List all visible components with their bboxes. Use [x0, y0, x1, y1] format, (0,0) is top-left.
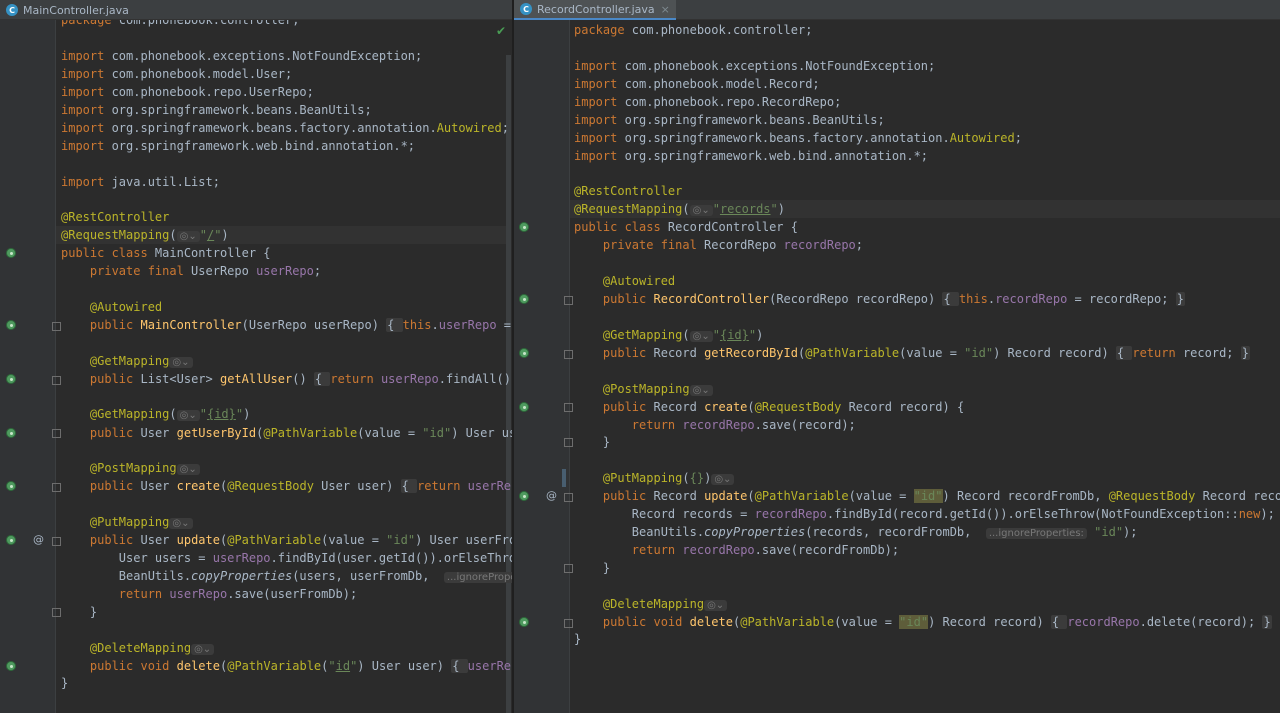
code-line[interactable]: @PutMapping({}) ◎⌄: [574, 469, 735, 487]
code-line[interactable]: @PostMapping ◎⌄: [61, 459, 200, 477]
code-line[interactable]: @DeleteMapping ◎⌄: [574, 595, 728, 613]
code-line[interactable]: @RestController: [574, 182, 682, 200]
fold-icon[interactable]: [52, 322, 61, 331]
fold-icon[interactable]: [564, 564, 573, 573]
tab-main-controller[interactable]: C MainController.java: [0, 0, 135, 20]
fold-icon[interactable]: [564, 296, 573, 305]
tab-label: MainController.java: [23, 3, 129, 17]
spring-bean-icon[interactable]: [519, 294, 529, 304]
code-line[interactable]: public Record update(@PathVariable(value…: [574, 487, 1280, 505]
code-line[interactable]: import org.springframework.beans.factory…: [574, 129, 1022, 147]
class-c-icon: C: [6, 4, 18, 16]
code-line[interactable]: package com.phonebook.controller;: [574, 21, 812, 39]
code-line[interactable]: import org.springframework.beans.factory…: [61, 119, 509, 137]
fold-icon[interactable]: [564, 350, 573, 359]
tab-record-controller[interactable]: C RecordController.java ×: [514, 0, 676, 20]
close-icon[interactable]: ×: [661, 3, 670, 16]
spring-bean-icon[interactable]: [6, 481, 16, 491]
code-line[interactable]: return userRepo.save(userFromDb);: [61, 585, 357, 603]
code-line[interactable]: public RecordController(RecordRepo recor…: [574, 290, 1185, 308]
spring-bean-icon[interactable]: [6, 320, 16, 330]
spring-bean-icon[interactable]: [6, 374, 16, 384]
fold-icon[interactable]: [52, 483, 61, 492]
code-line[interactable]: Record records = recordRepo.findById(rec…: [574, 505, 1275, 523]
code-line[interactable]: BeanUtils.copyProperties(records, record…: [574, 523, 1138, 541]
spring-bean-icon[interactable]: [519, 617, 529, 627]
spring-bean-icon[interactable]: [519, 402, 529, 412]
code-line[interactable]: import com.phonebook.model.Record;: [574, 75, 820, 93]
code-line[interactable]: @RestController: [61, 208, 169, 226]
code-line[interactable]: public void delete(@PathVariable(value =…: [574, 613, 1272, 631]
spring-bean-icon[interactable]: [519, 491, 529, 501]
code-line[interactable]: @PostMapping ◎⌄: [574, 380, 713, 398]
class-c-icon: C: [520, 3, 532, 15]
code-line[interactable]: public List<User> getAllUser() { return …: [61, 370, 512, 388]
code-line[interactable]: public User create(@RequestBody User use…: [61, 477, 512, 495]
code-line[interactable]: @GetMapping ◎⌄: [61, 352, 193, 370]
code-line[interactable]: import org.springframework.web.bind.anno…: [61, 137, 415, 155]
fold-icon[interactable]: [564, 493, 573, 502]
left-gutter-separator: [55, 0, 56, 713]
code-line[interactable]: public Record getRecordById(@PathVariabl…: [574, 344, 1250, 362]
code-line[interactable]: @PutMapping ◎⌄: [61, 513, 193, 531]
code-line[interactable]: import com.phonebook.repo.RecordRepo;: [574, 93, 841, 111]
code-line[interactable]: public class MainController {: [61, 244, 271, 262]
fold-icon[interactable]: [564, 438, 573, 447]
code-line[interactable]: import org.springframework.beans.BeanUti…: [574, 111, 885, 129]
spring-bean-icon[interactable]: [519, 222, 529, 232]
editor-pane-main-controller[interactable]: package com.phonebook.controller; import…: [0, 0, 512, 713]
override-icon[interactable]: @: [546, 489, 557, 502]
override-icon[interactable]: @: [33, 533, 44, 546]
code-line[interactable]: public void delete(@PathVariable("id") U…: [61, 657, 512, 675]
code-line[interactable]: import com.phonebook.exceptions.NotFound…: [61, 47, 422, 65]
code-line[interactable]: private final RecordRepo recordRepo;: [574, 236, 863, 254]
code-line[interactable]: import com.phonebook.repo.UserRepo;: [61, 83, 314, 101]
code-line[interactable]: @GetMapping(◎⌄ "{id}"): [61, 405, 250, 423]
right-tab-bar: C RecordController.java ×: [514, 0, 1280, 20]
code-line[interactable]: import org.springframework.beans.BeanUti…: [61, 101, 372, 119]
code-line[interactable]: @Autowired: [574, 272, 675, 290]
code-line[interactable]: }: [61, 603, 97, 621]
code-line[interactable]: import org.springframework.web.bind.anno…: [574, 147, 928, 165]
spring-bean-icon[interactable]: [6, 248, 16, 258]
code-line[interactable]: private final UserRepo userRepo;: [61, 262, 321, 280]
code-line[interactable]: public MainController(UserRepo userRepo)…: [61, 316, 512, 334]
code-line[interactable]: import com.phonebook.model.User;: [61, 65, 292, 83]
fold-icon[interactable]: [52, 537, 61, 546]
fold-icon[interactable]: [52, 429, 61, 438]
code-line[interactable]: @GetMapping(◎⌄ "{id}"): [574, 326, 763, 344]
code-line[interactable]: @DeleteMapping ◎⌄: [61, 639, 215, 657]
code-line[interactable]: return recordRepo.save(record);: [574, 416, 856, 434]
code-line[interactable]: import com.phonebook.exceptions.NotFound…: [574, 57, 935, 75]
code-line[interactable]: public User getUserById(@PathVariable(va…: [61, 424, 512, 442]
code-line[interactable]: @RequestMapping(◎⌄ "records"): [574, 200, 785, 218]
fold-icon[interactable]: [564, 619, 573, 628]
editor-pane-record-controller[interactable]: package com.phonebook.controller; import…: [514, 0, 1280, 713]
spring-bean-icon[interactable]: [6, 535, 16, 545]
fold-icon[interactable]: [52, 608, 61, 617]
code-line[interactable]: @RequestMapping(◎⌄ "/"): [61, 226, 229, 244]
code-line[interactable]: @Autowired: [61, 298, 162, 316]
fold-icon[interactable]: [564, 403, 573, 412]
check-icon: ✔: [496, 24, 507, 38]
tab-label: RecordController.java: [537, 2, 655, 16]
code-line[interactable]: return recordRepo.save(recordFromDb);: [574, 541, 899, 559]
left-gutter: [0, 0, 55, 713]
fold-icon[interactable]: [52, 376, 61, 385]
code-line[interactable]: public User update(@PathVariable(value =…: [61, 531, 512, 549]
code-line[interactable]: import java.util.List;: [61, 173, 220, 191]
spring-bean-icon[interactable]: [6, 428, 16, 438]
code-line[interactable]: }: [574, 433, 610, 451]
code-line[interactable]: }: [61, 674, 68, 692]
code-line[interactable]: User users = userRepo.findById(user.getI…: [61, 549, 512, 567]
vcs-change-marker[interactable]: [562, 469, 566, 487]
code-line[interactable]: public Record create(@RequestBody Record…: [574, 398, 964, 416]
spring-bean-icon[interactable]: [6, 661, 16, 671]
code-line[interactable]: BeanUtils.copyProperties(users, userFrom…: [61, 567, 512, 585]
code-line[interactable]: public class RecordController {: [574, 218, 798, 236]
code-line[interactable]: }: [574, 630, 581, 648]
code-line[interactable]: }: [574, 559, 610, 577]
left-tab-bar: C MainController.java: [0, 0, 512, 20]
spring-bean-icon[interactable]: [519, 348, 529, 358]
